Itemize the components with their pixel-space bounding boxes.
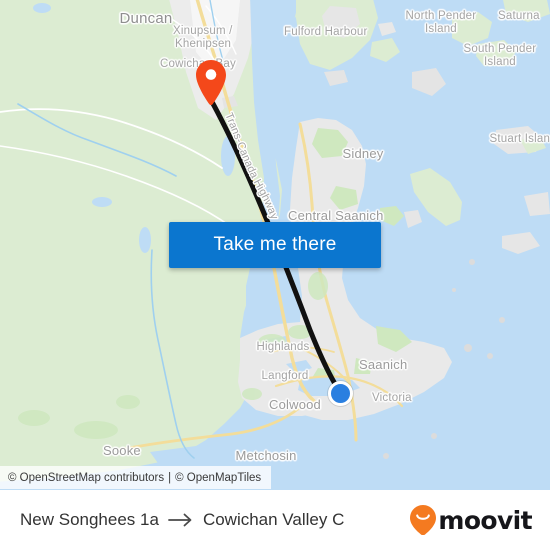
osm-attribution-link[interactable]: © OpenStreetMap contributors: [8, 472, 164, 484]
take-me-there-button[interactable]: Take me there: [169, 222, 381, 268]
map-attribution: © OpenStreetMap contributors | © OpenMap…: [0, 466, 272, 489]
trip-origin-label: New Songhees 1a: [20, 510, 159, 529]
map-screenshot-root: Trans-Canada Highway Duncan Xinupsum / Khe…: [0, 0, 550, 550]
destination-dot-marker[interactable]: [328, 381, 353, 406]
moovit-logo[interactable]: moovit: [410, 505, 533, 535]
trip-destination-label: Cowichan Valley C: [202, 510, 345, 529]
openmaptiles-attribution-link[interactable]: © OpenMapTiles: [175, 472, 261, 484]
footer-bar: New Songhees 1a Cowichan Valley C moovit: [0, 490, 550, 550]
moovit-wordmark: moovit: [438, 505, 532, 535]
trip-summary: New Songhees 1a Cowichan Valley C: [20, 510, 344, 530]
moovit-pin-icon: [410, 505, 437, 535]
attribution-separator: |: [168, 471, 172, 484]
map-canvas[interactable]: Trans-Canada Highway Duncan Xinupsum / Khe…: [0, 0, 550, 490]
arrow-right-icon: [168, 513, 194, 527]
